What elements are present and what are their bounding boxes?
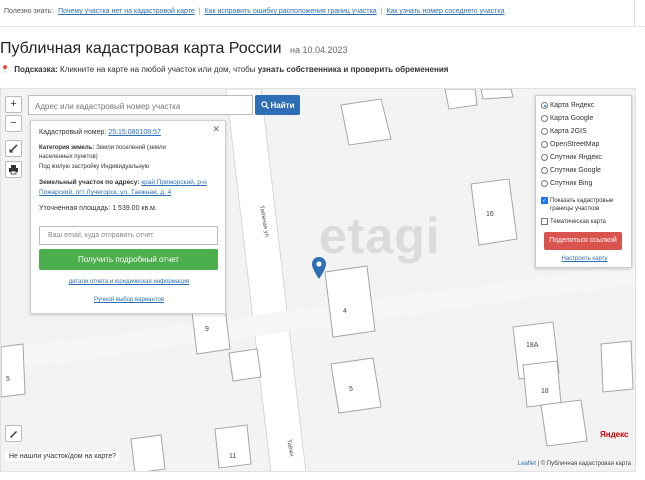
hint-text: Кликните на карте на любой участок или д…: [60, 65, 256, 74]
edit-button[interactable]: [5, 425, 22, 442]
email-input[interactable]: Ваш email, куда отправить отчет: [39, 226, 218, 245]
watermark: etagi: [319, 208, 441, 264]
hint: 📍 Подсказка: Кликните на карте на любой …: [0, 65, 448, 74]
area-label: Уточненная площадь:: [39, 205, 111, 212]
radio-icon: [541, 128, 548, 135]
show-borders-checkbox[interactable]: ✓ Показать кадастровые границы участков: [541, 197, 613, 213]
house-number: 5: [349, 386, 353, 393]
checkbox-icon: [541, 218, 548, 225]
zoom-in-button[interactable]: +: [5, 96, 22, 113]
search-button[interactable]: Найти: [255, 95, 300, 115]
address-label: Земельный участок по адресу:: [39, 179, 140, 186]
leaflet-link[interactable]: Leaflet: [518, 461, 536, 467]
layer-option[interactable]: Спутник Яндекс: [541, 154, 602, 161]
use-type: Под жилую застройку Индивидуальную: [39, 164, 150, 170]
printer-icon: [9, 165, 18, 175]
category-value: Земли поселений (земли: [96, 145, 166, 151]
radio-selected-icon: [541, 102, 548, 109]
checkbox-checked-icon: ✓: [541, 197, 548, 204]
layer-option[interactable]: Карта Яндекс: [541, 102, 594, 109]
house-number: 9: [205, 326, 209, 333]
hint-bold: узнать собственника и проверить обремене…: [257, 65, 449, 74]
category-label: Категория земель:: [39, 145, 95, 151]
link-neighbor-number[interactable]: Как узнать номер соседнего участка: [386, 8, 504, 15]
search-button-label: Найти: [270, 100, 295, 110]
zoom-out-button[interactable]: −: [5, 115, 22, 132]
radio-icon: [541, 180, 548, 187]
layer-option[interactable]: Карта 2GIS: [541, 128, 587, 135]
layer-option[interactable]: Карта Google: [541, 115, 593, 122]
layer-option[interactable]: OpenStreetMap: [541, 141, 599, 148]
pencil-icon: [10, 431, 17, 438]
search-box: [28, 95, 253, 116]
category-value-2: населенных пунктов): [39, 154, 98, 160]
pin-icon: 📍: [0, 65, 10, 74]
search-icon: [260, 101, 269, 109]
parcel-info-popup: ✕ Кадастровый номер: 25:15:080108:57 Кат…: [30, 120, 226, 314]
cad-number-link[interactable]: 25:15:080108:57: [108, 129, 161, 136]
ruler-icon: [9, 144, 18, 153]
page-title: Публичная кадастровая карта России на 10…: [0, 40, 348, 58]
house-number: 18А: [526, 342, 539, 349]
search-input[interactable]: [29, 97, 252, 116]
house-number: 11: [229, 453, 237, 460]
thematic-map-checkbox[interactable]: Тематическая карта: [541, 218, 606, 225]
divider: [0, 26, 645, 27]
copyright-text: | © Публичная кадастровая карта: [537, 461, 631, 467]
radio-icon: [541, 141, 548, 148]
useful-label: Полезно знать:: [4, 8, 54, 15]
location-marker-icon[interactable]: [312, 257, 326, 279]
map-attribution: Leaflet | © Публичная кадастровая карта: [518, 461, 631, 467]
layer-option[interactable]: Спутник Google: [541, 167, 601, 174]
radio-icon: [541, 115, 548, 122]
cadastral-map[interactable]: etagi Таёжная ул. Таёжн 16 4 9 5 18А 18 …: [0, 88, 636, 472]
print-button[interactable]: [5, 161, 22, 178]
page-date: на 10.04.2023: [290, 45, 348, 55]
address-link[interactable]: край Приморский, р-н: [141, 179, 206, 186]
page-title-text: Публичная кадастровая карта России: [0, 40, 282, 57]
share-link-button[interactable]: Поделиться ссылкой: [544, 232, 622, 250]
get-report-button[interactable]: Получить подробный отчет: [39, 249, 218, 270]
address-link-2[interactable]: Пожарский, пгт Лучегорск, ул. Таежная, д…: [39, 189, 171, 196]
radio-icon: [541, 154, 548, 161]
not-found-link[interactable]: Не нашли участок/дом на карте?: [6, 452, 119, 461]
layers-panel: Карта Яндекс Карта Google Карта 2GIS Ope…: [535, 95, 632, 268]
house-number: 16: [486, 211, 494, 218]
house-number: 18: [541, 388, 549, 395]
area-row: Уточненная площадь: 1 539.00 кв.м.: [39, 205, 157, 212]
hint-label: Подсказка:: [14, 65, 58, 74]
address-row: Земельный участок по адресу: край Примор…: [39, 179, 207, 186]
link-why-missing[interactable]: Почему участка нет на кадастровой карте: [58, 8, 195, 15]
useful-links-bar: Полезно знать: Почему участка нет на кад…: [4, 8, 505, 15]
configure-map-link[interactable]: Настроить карту: [536, 256, 633, 262]
cad-label: Кадастровый номер:: [39, 129, 107, 136]
address-row-2: Пожарский, пгт Лучегорск, ул. Таежная, д…: [39, 189, 171, 196]
area-value: 1 539.00 кв.м.: [112, 205, 157, 212]
manual-choice-link[interactable]: Ручной выбор вариантов: [31, 297, 227, 303]
category-row: Категория земель: Земли поселений (земли: [39, 145, 166, 151]
layer-option[interactable]: Спутник Bing: [541, 180, 592, 187]
link-fix-border[interactable]: Как исправить ошибку расположения границ…: [204, 8, 376, 15]
house-number: 4: [343, 308, 347, 315]
house-number: 5: [6, 376, 10, 383]
divider-tick: [634, 0, 635, 26]
report-details-link[interactable]: детали отчета и юридическая информация: [31, 279, 227, 285]
measure-button[interactable]: [5, 140, 22, 157]
yandex-logo: Яндекс: [600, 430, 629, 439]
radio-icon: [541, 167, 548, 174]
cad-number-row: Кадастровый номер: 25:15:080108:57: [39, 129, 161, 136]
close-icon[interactable]: ✕: [212, 124, 220, 135]
